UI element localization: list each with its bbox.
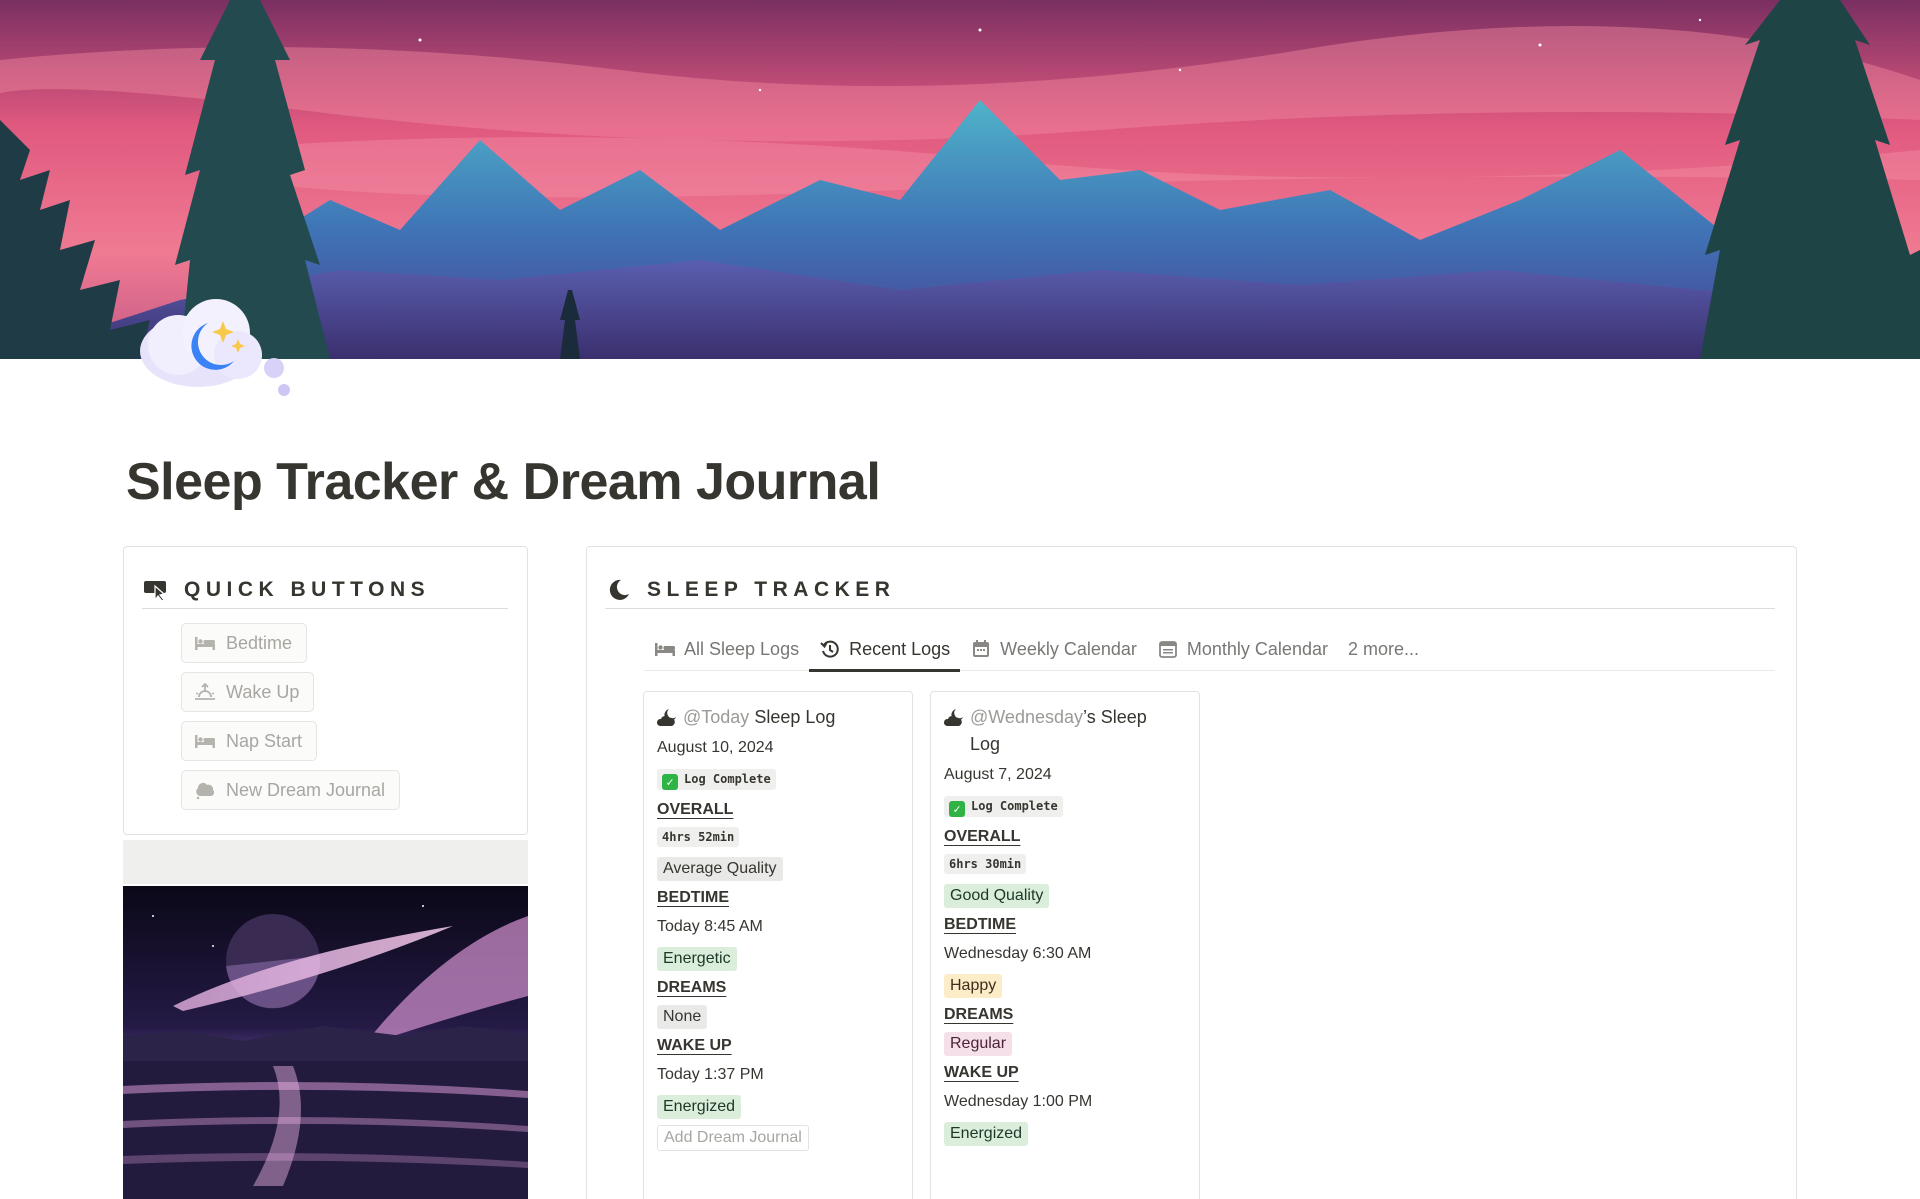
bedtime-button[interactable]: Bedtime: [181, 623, 308, 663]
notion-page: Sleep Tracker & Dream Journal QUICK BUTT…: [0, 0, 1920, 1199]
wake-up-button-label: Wake Up: [226, 681, 300, 702]
log-date: August 7, 2024: [944, 766, 1052, 783]
date-mention[interactable]: @Today: [683, 707, 749, 727]
wake-up-button[interactable]: Wake Up: [181, 672, 315, 712]
duration-badge: 4hrs 52min: [657, 827, 740, 847]
bedtime-button-label: Bedtime: [226, 632, 293, 653]
bed-icon: [654, 639, 676, 659]
bedtime-value: Wednesday 6:30 AM: [944, 945, 1092, 962]
sleep-log-card[interactable]: @Wednesday’s Sleep Log August 7, 2024 ✓ Lo…: [930, 691, 1200, 1199]
calendar-icon: [970, 639, 992, 659]
status-badge: ✓ Log Complete: [944, 796, 1063, 817]
nap-start-button[interactable]: Nap Start: [181, 721, 318, 761]
date-mention[interactable]: @Wednesday: [970, 707, 1083, 727]
section-overall: OVERALL: [944, 828, 1021, 845]
sleep-tracker-header: SLEEP TRACKER: [605, 571, 1775, 609]
quick-buttons-panel: QUICK BUTTONS Bedtime Wake Up Nap Start …: [123, 546, 528, 835]
dreams-tag: Regular: [944, 1032, 1013, 1056]
section-wake-up: WAKE UP: [944, 1064, 1019, 1081]
status-badge: ✓ Log Complete: [657, 769, 776, 790]
cursor-click-icon: [142, 576, 170, 604]
card-title-text-2: Log: [970, 734, 1001, 754]
view-tabs: All Sleep Logs Recent Logs Weekly Calend…: [644, 627, 1775, 672]
card-title-text: Sleep Log: [749, 707, 836, 727]
status-text: Log Complete: [684, 772, 771, 786]
quality-tag: Average Quality: [657, 857, 783, 881]
sleep-tracker-heading: SLEEP TRACKER: [647, 577, 896, 601]
section-bedtime: BEDTIME: [944, 916, 1016, 933]
page-title: Sleep Tracker & Dream Journal: [126, 453, 881, 511]
moon-cloud-small-icon: [656, 707, 679, 729]
moon-icon: [605, 576, 633, 604]
checkmark-icon: ✓: [949, 801, 965, 817]
section-dreams: DREAMS: [657, 979, 727, 996]
add-dream-journal-button[interactable]: Add Dream Journal: [657, 1125, 809, 1151]
tab-monthly-calendar[interactable]: Monthly Calendar: [1147, 627, 1338, 671]
bed-icon: [194, 731, 216, 751]
section-overall: OVERALL: [657, 801, 734, 818]
quick-buttons-heading: QUICK BUTTONS: [184, 577, 431, 601]
new-dream-journal-button-label: New Dream Journal: [226, 779, 386, 800]
sleep-log-card[interactable]: @Today Sleep Log August 10, 2024 ✓ Log Co…: [643, 691, 913, 1199]
section-wake-up: WAKE UP: [657, 1037, 732, 1054]
status-text: Log Complete: [971, 799, 1058, 813]
dreams-tag: None: [657, 1005, 708, 1029]
nap-start-button-label: Nap Start: [226, 730, 303, 751]
moon-cloud-small-icon: [943, 707, 966, 729]
log-date: August 10, 2024: [657, 739, 774, 756]
wakeup-mood-tag: Energized: [944, 1122, 1029, 1146]
cloud-icon: [194, 780, 216, 800]
wakeup-value: Wednesday 1:00 PM: [944, 1093, 1093, 1110]
new-dream-journal-button[interactable]: New Dream Journal: [181, 770, 401, 810]
bedtime-mood-tag: Happy: [944, 974, 1003, 998]
tab-all-sleep-logs[interactable]: All Sleep Logs: [644, 627, 809, 671]
card-title[interactable]: @Today Sleep Log: [656, 704, 899, 731]
empty-block: [123, 840, 528, 884]
wakeup-value: Today 1:37 PM: [657, 1066, 764, 1083]
tab-label: 2 more...: [1347, 638, 1419, 659]
quality-tag: Good Quality: [944, 884, 1050, 908]
calendar-icon: [1157, 639, 1179, 659]
wakeup-mood-tag: Energized: [657, 1095, 742, 1119]
quick-buttons-list: Bedtime Wake Up Nap Start New Dream Jour…: [181, 623, 401, 819]
tab-recent-logs[interactable]: Recent Logs: [809, 627, 961, 672]
tab-label: Recent Logs: [849, 638, 951, 659]
bedtime-value: Today 8:45 AM: [657, 918, 763, 935]
checkmark-icon: ✓: [662, 774, 678, 790]
tab-weekly-calendar[interactable]: Weekly Calendar: [960, 627, 1147, 671]
quick-buttons-header: QUICK BUTTONS: [142, 571, 508, 609]
section-bedtime: BEDTIME: [657, 889, 729, 906]
moon-cloud-icon[interactable]: [138, 293, 298, 403]
duration-badge: 6hrs 30min: [944, 854, 1027, 874]
section-dreams: DREAMS: [944, 1006, 1014, 1023]
tab-more[interactable]: 2 more...: [1338, 627, 1429, 671]
tab-label: Weekly Calendar: [1000, 638, 1137, 659]
planet-lake-image[interactable]: [123, 886, 528, 1199]
card-title[interactable]: @Wednesday’s Sleep Log: [943, 704, 1186, 758]
tab-label: Monthly Calendar: [1186, 638, 1328, 659]
sunrise-icon: [194, 682, 216, 702]
bed-icon: [194, 633, 216, 653]
card-title-text: ’s Sleep: [1083, 707, 1147, 727]
tab-label: All Sleep Logs: [684, 638, 800, 659]
history-icon: [819, 639, 841, 659]
bedtime-mood-tag: Energetic: [657, 947, 737, 971]
